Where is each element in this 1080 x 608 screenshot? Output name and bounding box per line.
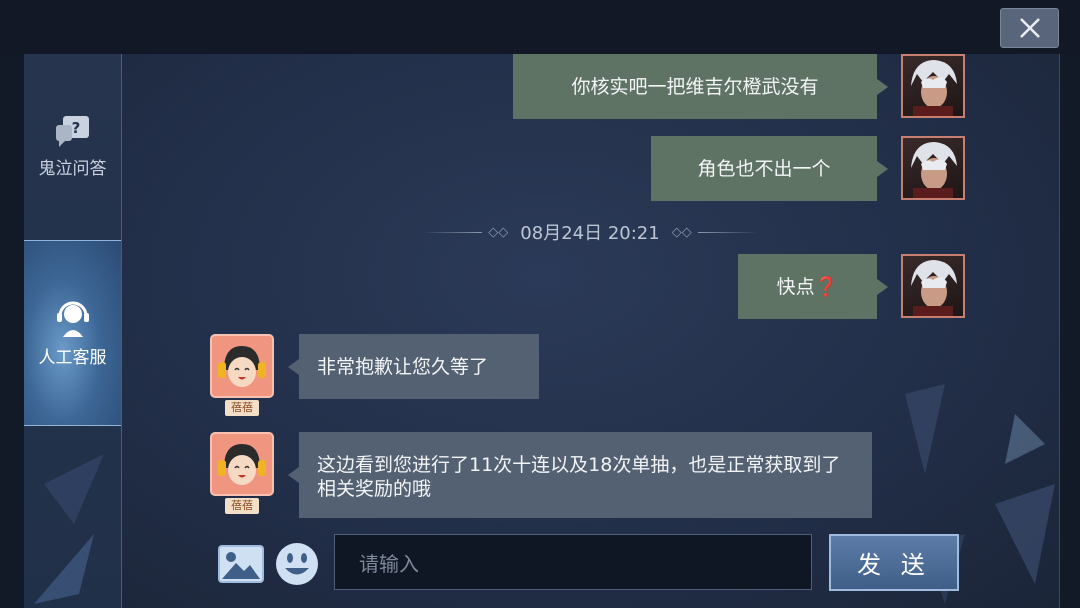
- emoji-button[interactable]: [274, 541, 320, 587]
- my-avatar[interactable]: [901, 254, 965, 318]
- character-portrait-icon: [911, 60, 957, 116]
- agent-message-bubble: 非常抱歉让您久等了: [288, 334, 539, 399]
- agent-name-tag: 蓓蓓: [225, 498, 259, 514]
- message-text: 快点❓: [776, 275, 839, 298]
- my-message-bubble: 快点❓: [738, 254, 888, 319]
- agent-avatar[interactable]: [210, 432, 274, 496]
- sidebar-item-faq[interactable]: ? 鬼泣问答: [24, 116, 121, 179]
- top-bar: [0, 0, 1080, 54]
- question-bubbles-icon: ?: [55, 116, 89, 147]
- send-button[interactable]: 发 送: [829, 534, 959, 591]
- character-portrait-icon: [911, 142, 957, 198]
- support-girl-icon: [218, 444, 266, 485]
- sidebar: ? 鬼泣问答 人工客服: [24, 54, 122, 608]
- timestamp-text: 08月24日 20:21: [520, 223, 660, 244]
- my-avatar[interactable]: [901, 136, 965, 200]
- close-button[interactable]: [1000, 8, 1059, 48]
- sidebar-item-label: 鬼泣问答: [38, 159, 107, 179]
- my-message-bubble: 角色也不出一个: [651, 136, 888, 201]
- message-text: 非常抱歉让您久等了: [317, 355, 489, 378]
- sidebar-item-human-support[interactable]: 人工客服: [24, 240, 121, 426]
- message-text: 这边看到您进行了11次十连以及18次单抽，也是正常获取到了相关奖励的哦: [317, 454, 841, 500]
- image-icon: [218, 545, 264, 583]
- agent-message-bubble: 这边看到您进行了11次十连以及18次单抽，也是正常获取到了相关奖励的哦: [288, 432, 872, 518]
- divider: [697, 231, 758, 233]
- divider: [422, 231, 483, 233]
- svg-text:?: ?: [71, 119, 80, 137]
- input-placeholder: 请输入: [359, 551, 419, 576]
- ice-shard-decoration: [34, 454, 104, 604]
- agent-avatar[interactable]: [210, 334, 274, 398]
- agent-name-tag: 蓓蓓: [225, 400, 259, 416]
- close-icon: [1019, 18, 1040, 38]
- smiley-icon: [276, 543, 318, 585]
- headset-agent-icon: [56, 301, 89, 337]
- message-timestamp: ◇◇ 08月24日 20:21 ◇◇: [420, 218, 760, 246]
- my-avatar[interactable]: [901, 54, 965, 118]
- diamond-icon: ◇◇: [671, 224, 692, 240]
- message-text: 角色也不出一个: [697, 157, 831, 180]
- sidebar-item-label: 人工客服: [38, 347, 107, 368]
- support-girl-icon: [218, 346, 266, 387]
- image-button[interactable]: [218, 545, 264, 583]
- my-message-bubble: 你核实吧一把维吉尔橙武没有: [513, 54, 888, 119]
- message-text: 你核实吧一把维吉尔橙武没有: [571, 75, 819, 98]
- diamond-icon: ◇◇: [488, 224, 509, 240]
- message-input[interactable]: 请输入: [334, 534, 812, 590]
- character-portrait-icon: [911, 260, 957, 316]
